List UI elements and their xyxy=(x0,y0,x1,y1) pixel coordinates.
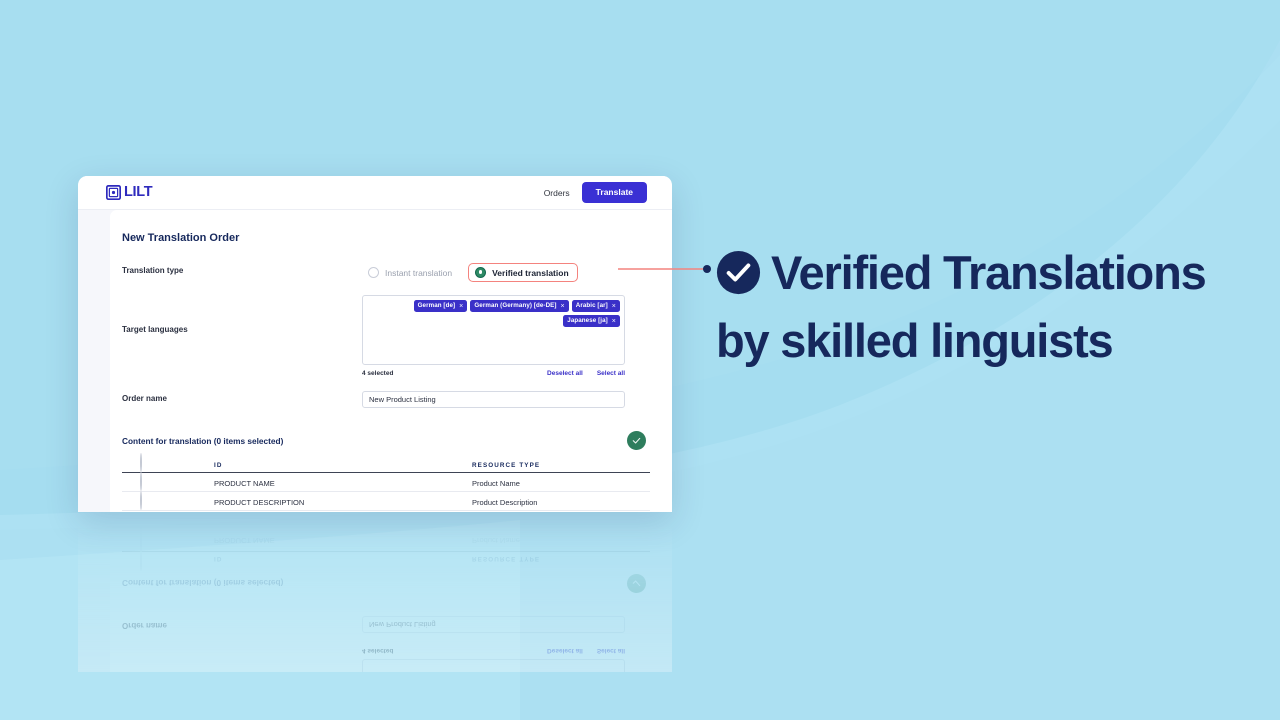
radio-instant-translation[interactable]: Instant translation xyxy=(362,263,458,282)
content-section-title: Content for translation (0 items selecte… xyxy=(122,435,284,446)
topbar-actions: Orders Translate xyxy=(544,182,647,203)
column-header-resource-type: RESOURCE TYPE xyxy=(472,454,650,473)
field-translation-type: Translation type Instant translation Ver… xyxy=(122,263,650,282)
target-languages-label: Target languages xyxy=(122,325,188,334)
content-section-header: Content for translation (0 items selecte… xyxy=(122,431,650,450)
nav-orders-link[interactable]: Orders xyxy=(544,188,570,198)
close-icon[interactable]: × xyxy=(612,303,616,310)
close-icon[interactable]: × xyxy=(561,303,565,310)
row-id-value: PRODUCT NAME xyxy=(214,479,275,488)
column-header-id: ID xyxy=(214,454,472,473)
translate-button[interactable]: Translate xyxy=(581,182,647,203)
selected-count: 4 selected xyxy=(362,370,394,377)
content-table: ID RESOURCE TYPE PRODUCT NAME Product Na… xyxy=(122,453,650,511)
row-checkbox[interactable] xyxy=(140,491,142,510)
row-id-cell: PRODUCT DESCRIPTION xyxy=(214,491,472,511)
order-name-body: New Product Listing xyxy=(362,391,650,408)
lilt-logo[interactable]: LILT xyxy=(106,184,153,201)
field-order-name: Order name New Product Listing xyxy=(122,391,650,408)
row-select-cell xyxy=(122,472,214,492)
table-row[interactable]: PRODUCT NAME Product Name xyxy=(122,472,650,492)
app-window-body: LILT Orders Translate New Translation Or… xyxy=(78,176,672,512)
row-resource-type-value: Product Description xyxy=(472,498,538,507)
table-row[interactable]: PRODUCT DESCRIPTION Product Description xyxy=(122,491,650,511)
row-resource-type-cell: Product Name xyxy=(472,472,650,492)
row-resource-type-value: Product Name xyxy=(472,479,520,488)
app-window: LILT Orders Translate New Translation Or… xyxy=(78,176,672,512)
promo-graphic: LILT Orders Translate New Translation Or… xyxy=(0,0,1280,720)
app-body: New Translation Order Translation type I… xyxy=(78,210,672,512)
callout-connector xyxy=(618,265,711,273)
order-name-value: New Product Listing xyxy=(369,395,436,404)
table-header-row: ID RESOURCE TYPE xyxy=(122,453,650,473)
language-tag[interactable]: Arabic [ar] × xyxy=(571,300,620,312)
page-title: New Translation Order xyxy=(122,232,240,244)
order-name-label: Order name xyxy=(122,394,167,403)
order-name-input[interactable]: New Product Listing xyxy=(362,391,625,408)
select-all-link[interactable]: Select all xyxy=(597,370,625,377)
close-icon[interactable]: × xyxy=(612,318,616,325)
callout-line-1: Verified Translations xyxy=(716,248,1256,297)
left-gutter xyxy=(78,210,110,512)
close-icon[interactable]: × xyxy=(459,303,463,310)
target-languages-footer: 4 selected Deselect all Select all xyxy=(362,370,625,377)
row-select-cell xyxy=(122,491,214,511)
deselect-all-link[interactable]: Deselect all xyxy=(547,370,583,377)
radio-circle-selected-icon[interactable] xyxy=(475,267,487,278)
success-check-badge-icon xyxy=(627,431,646,450)
language-tag[interactable]: Japanese [ja] × xyxy=(563,315,620,327)
row-checkbox[interactable] xyxy=(140,453,142,472)
radio-instant-translation-label: Instant translation xyxy=(385,267,453,278)
row-id-cell: PRODUCT NAME xyxy=(214,472,472,492)
column-header-id-label: ID xyxy=(214,462,223,469)
order-panel: New Translation Order Translation type I… xyxy=(110,210,672,512)
callout-line-1-text: Verified Translations xyxy=(771,246,1207,299)
row-resource-type-cell: Product Description xyxy=(472,491,650,511)
app-topbar: LILT Orders Translate xyxy=(78,176,672,210)
language-tag[interactable]: German (Germany) [de-DE] × xyxy=(470,300,569,312)
field-target-languages: Target languages German [de] × German (G… xyxy=(122,295,650,377)
lilt-wordmark: LILT xyxy=(124,184,153,201)
callout-headline: Verified Translations by skilled linguis… xyxy=(716,248,1256,366)
language-tag-label: Arabic [ar] xyxy=(575,301,608,309)
language-tag-label: German (Germany) [de-DE] xyxy=(474,301,557,309)
verified-check-badge-icon xyxy=(716,251,761,295)
language-tag-label: German [de] xyxy=(417,301,456,309)
language-tag[interactable]: German [de] × xyxy=(413,300,468,312)
radio-circle-icon[interactable] xyxy=(368,267,379,278)
callout-line-2-text: by skilled linguists xyxy=(716,314,1114,368)
target-languages-select[interactable]: German [de] × German (Germany) [de-DE] ×… xyxy=(362,295,625,365)
lilt-mark-icon xyxy=(106,185,121,200)
target-languages-actions: Deselect all Select all xyxy=(547,370,625,377)
target-languages-body: German [de] × German (Germany) [de-DE] ×… xyxy=(362,295,650,377)
translation-type-radio-group: Instant translation Verified translation xyxy=(362,263,650,282)
radio-verified-translation-label: Verified translation xyxy=(492,267,569,278)
translation-type-body: Instant translation Verified translation xyxy=(362,263,650,282)
row-id-value: PRODUCT DESCRIPTION xyxy=(214,498,305,507)
translation-type-label: Translation type xyxy=(122,266,184,275)
language-tag-label: Japanese [ja] xyxy=(567,316,608,324)
row-checkbox[interactable] xyxy=(140,472,142,491)
radio-verified-translation[interactable]: Verified translation xyxy=(468,263,578,282)
column-header-resource-type-label: RESOURCE TYPE xyxy=(472,462,541,469)
select-all-rows-cell xyxy=(122,453,214,473)
